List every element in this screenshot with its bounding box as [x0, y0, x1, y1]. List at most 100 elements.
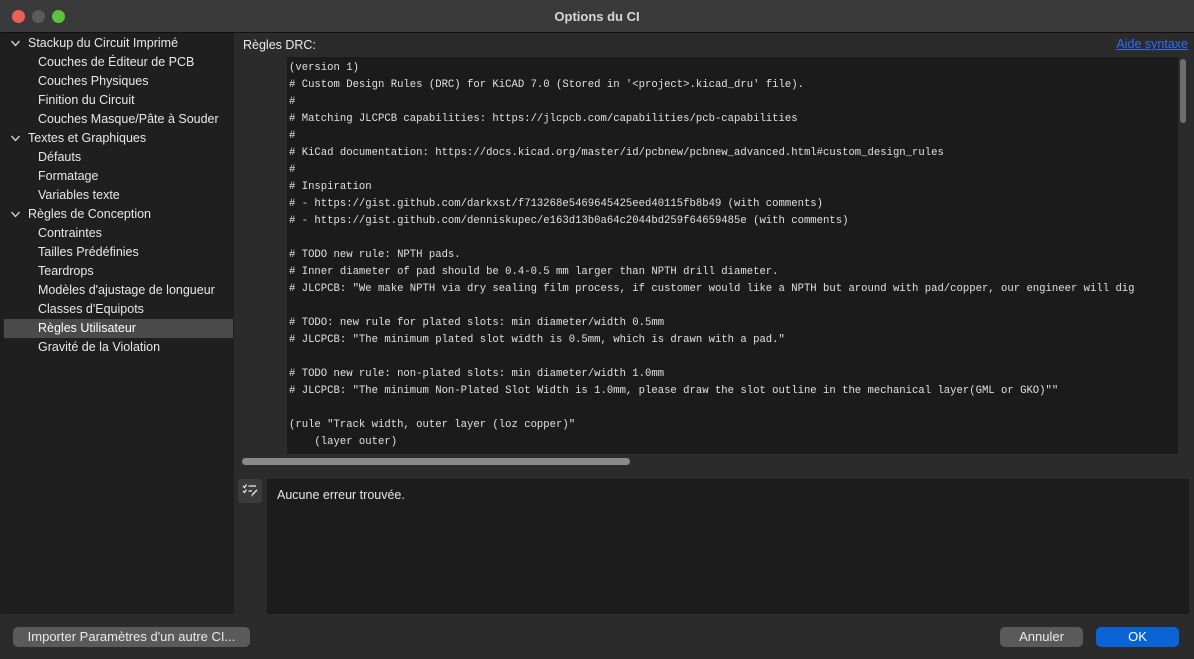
line-number-gutter	[239, 57, 287, 454]
code-text: # JLCPCB: "The minimum Non-Plated Slot W…	[289, 385, 1059, 397]
tree-group[interactable]: Stackup du Circuit Imprimé	[4, 34, 233, 53]
syntax-help-link[interactable]: Aide syntaxe	[1116, 37, 1188, 51]
tree-item[interactable]: Couches de Éditeur de PCB	[4, 53, 233, 72]
code-text: (rule "Track width, outer layer (loz cop…	[289, 419, 576, 431]
window-title: Options du CI	[554, 9, 640, 24]
tree-item-label: Défauts	[38, 150, 82, 164]
tree-item[interactable]: Formatage	[4, 167, 233, 186]
code-line[interactable]: 5#	[287, 128, 1178, 145]
code-line[interactable]: 3#	[287, 94, 1178, 111]
code-text: # Custom Design Rules (DRC) for KiCAD 7.…	[289, 79, 804, 91]
tree-item-label: Tailles Prédéfinies	[38, 245, 139, 259]
code-line[interactable]: 11	[287, 230, 1178, 247]
dialog-button-bar: Importer Paramètres d'un autre CI... Ann…	[0, 614, 1194, 659]
tree-item[interactable]: Finition du Circuit	[4, 91, 233, 110]
title-bar: Options du CI	[0, 0, 1194, 33]
code-line[interactable]: 9# - https://gist.github.com/darkxst/f71…	[287, 196, 1178, 213]
tree-item[interactable]: Couches Physiques	[4, 72, 233, 91]
tree-item-label: Stackup du Circuit Imprimé	[28, 36, 179, 50]
code-line[interactable]: 15	[287, 298, 1178, 315]
tree-item[interactable]: Défauts	[4, 148, 233, 167]
tree-item-label: Gravité de la Violation	[38, 340, 161, 354]
code-line[interactable]: 1(version 1)	[287, 60, 1178, 77]
cancel-button[interactable]: Annuler	[1000, 627, 1083, 647]
code-line[interactable]: 18	[287, 349, 1178, 366]
messages-panel: Aucune erreur trouvée.	[267, 479, 1189, 614]
code-line[interactable]: 10# - https://gist.github.com/denniskupe…	[287, 213, 1178, 230]
tree-item-label: Formatage	[38, 169, 99, 183]
main-panel: Règles DRC: Aide syntaxe 1(version 1)2# …	[234, 33, 1194, 614]
code-area[interactable]: 1(version 1)2# Custom Design Rules (DRC)…	[287, 57, 1178, 454]
tree-item-label: Couches de Éditeur de PCB	[38, 55, 195, 69]
chevron-down-icon[interactable]	[10, 205, 22, 224]
code-text: # Inner diameter of pad should be 0.4-0.…	[289, 266, 779, 278]
import-settings-button[interactable]: Importer Paramètres d'un autre CI...	[13, 627, 250, 647]
tree-item-label: Modèles d'ajustage de longueur	[38, 283, 215, 297]
tree-item[interactable]: Tailles Prédéfinies	[4, 243, 233, 262]
tree-item-label: Règles Utilisateur	[38, 321, 136, 335]
tree-item[interactable]: Gravité de la Violation	[4, 338, 233, 357]
tree-item-label: Teardrops	[38, 264, 94, 278]
code-line[interactable]: 4# Matching JLCPCB capabilities: https:/…	[287, 111, 1178, 128]
tree-item[interactable]: Variables texte	[4, 186, 233, 205]
tree-item[interactable]: Couches Masque/Pâte à Souder	[4, 110, 233, 129]
code-text: # - https://gist.github.com/darkxst/f713…	[289, 198, 824, 210]
ok-button[interactable]: OK	[1096, 627, 1179, 647]
code-line[interactable]: 6# KiCad documentation: https://docs.kic…	[287, 145, 1178, 162]
chevron-down-icon[interactable]	[10, 34, 22, 53]
code-text: #	[289, 130, 296, 142]
code-line[interactable]: 2# Custom Design Rules (DRC) for KiCAD 7…	[287, 77, 1178, 94]
code-line[interactable]: 19# TODO new rule: non-plated slots: min…	[287, 366, 1178, 383]
code-line[interactable]: 12# TODO new rule: NPTH pads.	[287, 247, 1178, 264]
code-text: # TODO new rule: non-plated slots: min d…	[289, 368, 665, 380]
tree-item-label: Couches Masque/Pâte à Souder	[38, 112, 219, 126]
code-line[interactable]: 7#	[287, 162, 1178, 179]
tree-item[interactable]: Classes d'Equipots	[4, 300, 233, 319]
code-text: #	[289, 96, 296, 108]
tree-group[interactable]: Textes et Graphiques	[4, 129, 233, 148]
code-text: (version 1)	[289, 62, 359, 74]
code-text: # - https://gist.github.com/denniskupec/…	[289, 215, 849, 227]
messages-text: Aucune erreur trouvée.	[277, 488, 405, 502]
tree-item-label: Textes et Graphiques	[28, 131, 147, 145]
code-text: (layer outer)	[289, 436, 398, 448]
tree-item-label: Règles de Conception	[28, 207, 151, 221]
code-line[interactable]: 17# JLCPCB: "The minimum plated slot wid…	[287, 332, 1178, 349]
tree-group[interactable]: Règles de Conception	[4, 205, 233, 224]
vertical-scroll-thumb[interactable]	[1180, 59, 1186, 123]
settings-tree: Stackup du Circuit Imprimé Couches de Édi…	[4, 33, 233, 614]
tree-item[interactable]: Modèles d'ajustage de longueur	[4, 281, 233, 300]
section-label: Règles DRC:	[243, 38, 316, 52]
code-text: # JLCPCB: "We make NPTH via dry sealing …	[289, 283, 1135, 295]
code-line[interactable]: 8# Inspiration	[287, 179, 1178, 196]
code-text: # TODO new rule: NPTH pads.	[289, 249, 461, 261]
horizontal-scroll-thumb[interactable]	[242, 458, 630, 465]
chevron-down-icon[interactable]	[10, 129, 22, 148]
code-text: # JLCPCB: "The minimum plated slot width…	[289, 334, 785, 346]
horizontal-scrollbar[interactable]	[239, 454, 1178, 468]
code-line[interactable]: 13# Inner diameter of pad should be 0.4-…	[287, 264, 1178, 281]
tree-item[interactable]: Teardrops	[4, 262, 233, 281]
code-line[interactable]: 22(rule "Track width, outer layer (loz c…	[287, 417, 1178, 434]
code-text: # Matching JLCPCB capabilities: https://…	[289, 113, 798, 125]
code-line[interactable]: 20# JLCPCB: "The minimum Non-Plated Slot…	[287, 383, 1178, 400]
tree-item-label: Couches Physiques	[38, 74, 149, 88]
tree-item-label: Variables texte	[38, 188, 120, 202]
tree-item[interactable]: Contraintes	[4, 224, 233, 243]
code-line[interactable]: 16# TODO: new rule for plated slots: min…	[287, 315, 1178, 332]
code-text: #	[289, 164, 296, 176]
tree-item-label: Finition du Circuit	[38, 93, 135, 107]
tree-item[interactable]: Règles Utilisateur	[4, 319, 233, 338]
code-text: # TODO: new rule for plated slots: min d…	[289, 317, 665, 329]
code-line[interactable]: 14# JLCPCB: "We make NPTH via dry sealin…	[287, 281, 1178, 298]
rules-editor[interactable]: 1(version 1)2# Custom Design Rules (DRC)…	[239, 57, 1178, 454]
code-line[interactable]: 23 (layer outer)	[287, 434, 1178, 451]
code-line[interactable]: 21	[287, 400, 1178, 417]
check-rules-icon[interactable]	[238, 479, 262, 503]
code-text: # Inspiration	[289, 181, 372, 193]
vertical-scrollbar[interactable]	[1178, 57, 1188, 472]
